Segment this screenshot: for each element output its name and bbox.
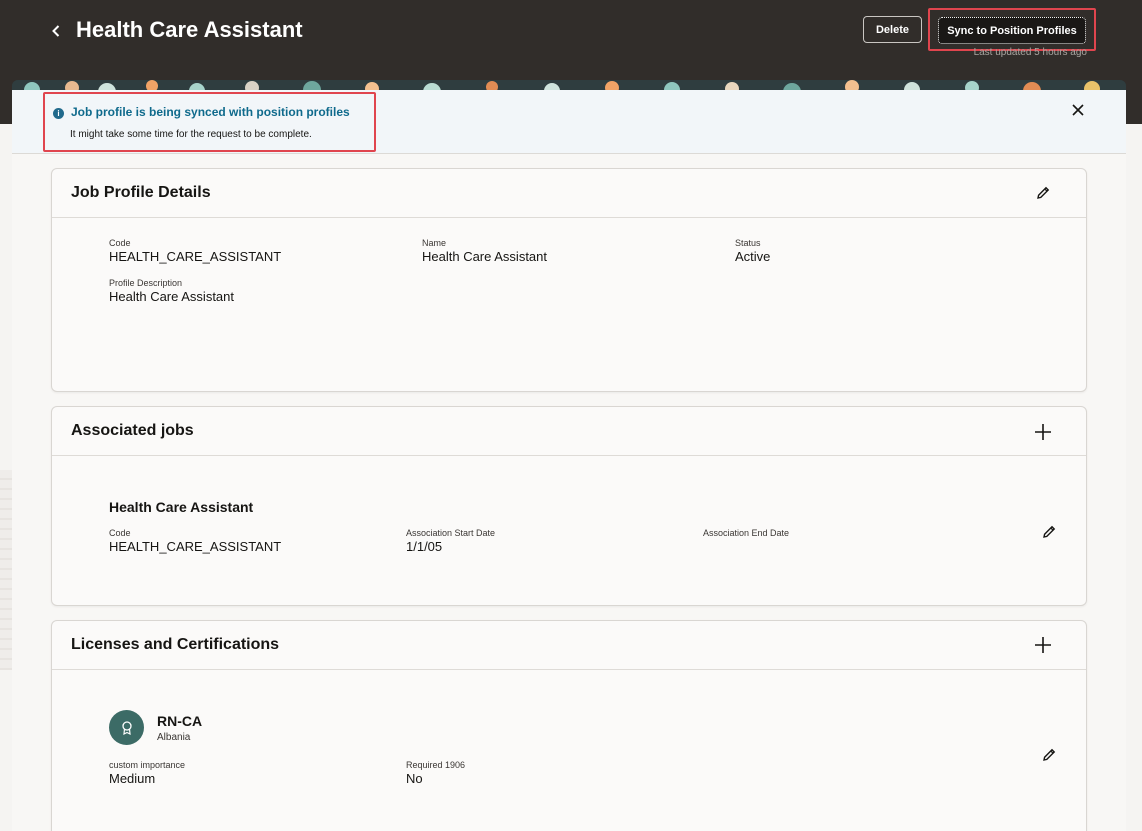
associated-jobs-card: Associated jobs Health Care Assistant Co… <box>51 406 1087 606</box>
add-associated-job-button[interactable] <box>1032 421 1054 443</box>
field-value: HEALTH_CARE_ASSISTANT <box>109 539 282 554</box>
card-header: Licenses and Certifications <box>52 621 1086 670</box>
close-icon[interactable] <box>1069 101 1087 119</box>
field-required-1906: Required 1906 No <box>406 760 465 787</box>
field-association-end-date: Association End Date <box>703 528 789 539</box>
notice-title: Job profile is being synced with positio… <box>71 105 350 119</box>
field-label: Profile Description <box>109 278 183 288</box>
card-header: Job Profile Details <box>52 169 1086 218</box>
license-country: Albania <box>157 732 190 743</box>
field-label: Code <box>109 238 131 248</box>
pencil-icon <box>1043 525 1056 538</box>
field-label: Required 1906 <box>406 760 466 770</box>
back-button[interactable] <box>44 18 68 44</box>
field-label: custom importance <box>109 760 186 770</box>
pencil-icon <box>1037 186 1050 199</box>
field-profile-description: Profile Description Health Care Assistan… <box>109 278 234 305</box>
add-license-button[interactable] <box>1032 634 1054 656</box>
edit-job-profile-button[interactable] <box>1032 182 1054 204</box>
delete-button[interactable]: Delete <box>863 16 922 43</box>
field-label: Code <box>109 528 131 538</box>
pencil-icon <box>1043 748 1056 761</box>
field-value: No <box>406 771 423 786</box>
info-icon: i <box>53 108 64 119</box>
plus-icon <box>1035 637 1051 653</box>
notice-highlight: i Job profile is being synced with posit… <box>43 92 376 152</box>
card-title: Licenses and Certifications <box>71 636 280 653</box>
edit-associated-job-button[interactable] <box>1039 522 1059 542</box>
edit-license-button[interactable] <box>1039 745 1059 765</box>
field-label: Name <box>422 238 447 248</box>
field-value: Medium <box>109 771 156 786</box>
job-profile-details-card: Job Profile Details Code HEALTH_CARE_ASS… <box>51 168 1087 392</box>
licenses-certifications-card: Licenses and Certifications RN-CA Albani… <box>51 620 1087 831</box>
field-value: HEALTH_CARE_ASSISTANT <box>109 249 282 264</box>
field-custom-importance: custom importance Medium <box>109 760 185 787</box>
field-value: Active <box>735 249 771 264</box>
card-title: Associated jobs <box>71 422 194 439</box>
certificate-icon <box>121 720 132 735</box>
license-country-text: Albania <box>157 732 191 743</box>
background-decoration <box>0 470 12 670</box>
last-updated-text: Last updated 5 hours ago <box>973 47 1087 58</box>
card-title: Job Profile Details <box>71 184 211 201</box>
license-name: RN-CA <box>157 713 203 729</box>
field-label: Association Start Date <box>406 528 496 538</box>
chevron-left-icon <box>52 25 60 37</box>
sync-to-position-profiles-button[interactable]: Sync to Position Profiles <box>938 17 1086 44</box>
plus-icon <box>1035 424 1051 440</box>
field-name: Name Health Care Assistant <box>422 238 547 265</box>
notice-message: It might take some time for the request … <box>70 129 312 140</box>
field-value: Health Care Assistant <box>109 289 235 304</box>
field-code: Code HEALTH_CARE_ASSISTANT <box>109 528 281 555</box>
certificate-avatar <box>109 710 144 745</box>
field-code: Code HEALTH_CARE_ASSISTANT <box>109 238 281 265</box>
associated-job-name: Health Care Assistant <box>109 499 254 515</box>
sync-notice: i Job profile is being synced with posit… <box>12 90 1126 154</box>
field-association-start-date: Association Start Date 1/1/05 <box>406 528 495 555</box>
main-content: i Job profile is being synced with posit… <box>12 90 1126 831</box>
field-value: 1/1/05 <box>406 539 443 554</box>
field-value: Health Care Assistant <box>422 249 548 264</box>
sync-button-highlight: Sync to Position Profiles <box>928 8 1096 51</box>
field-label: Association End Date <box>703 528 790 538</box>
field-status: Status Active <box>735 238 770 265</box>
field-label: Status <box>735 238 761 248</box>
page-title: Health Care Assistant <box>76 17 303 42</box>
card-header: Associated jobs <box>52 407 1086 456</box>
